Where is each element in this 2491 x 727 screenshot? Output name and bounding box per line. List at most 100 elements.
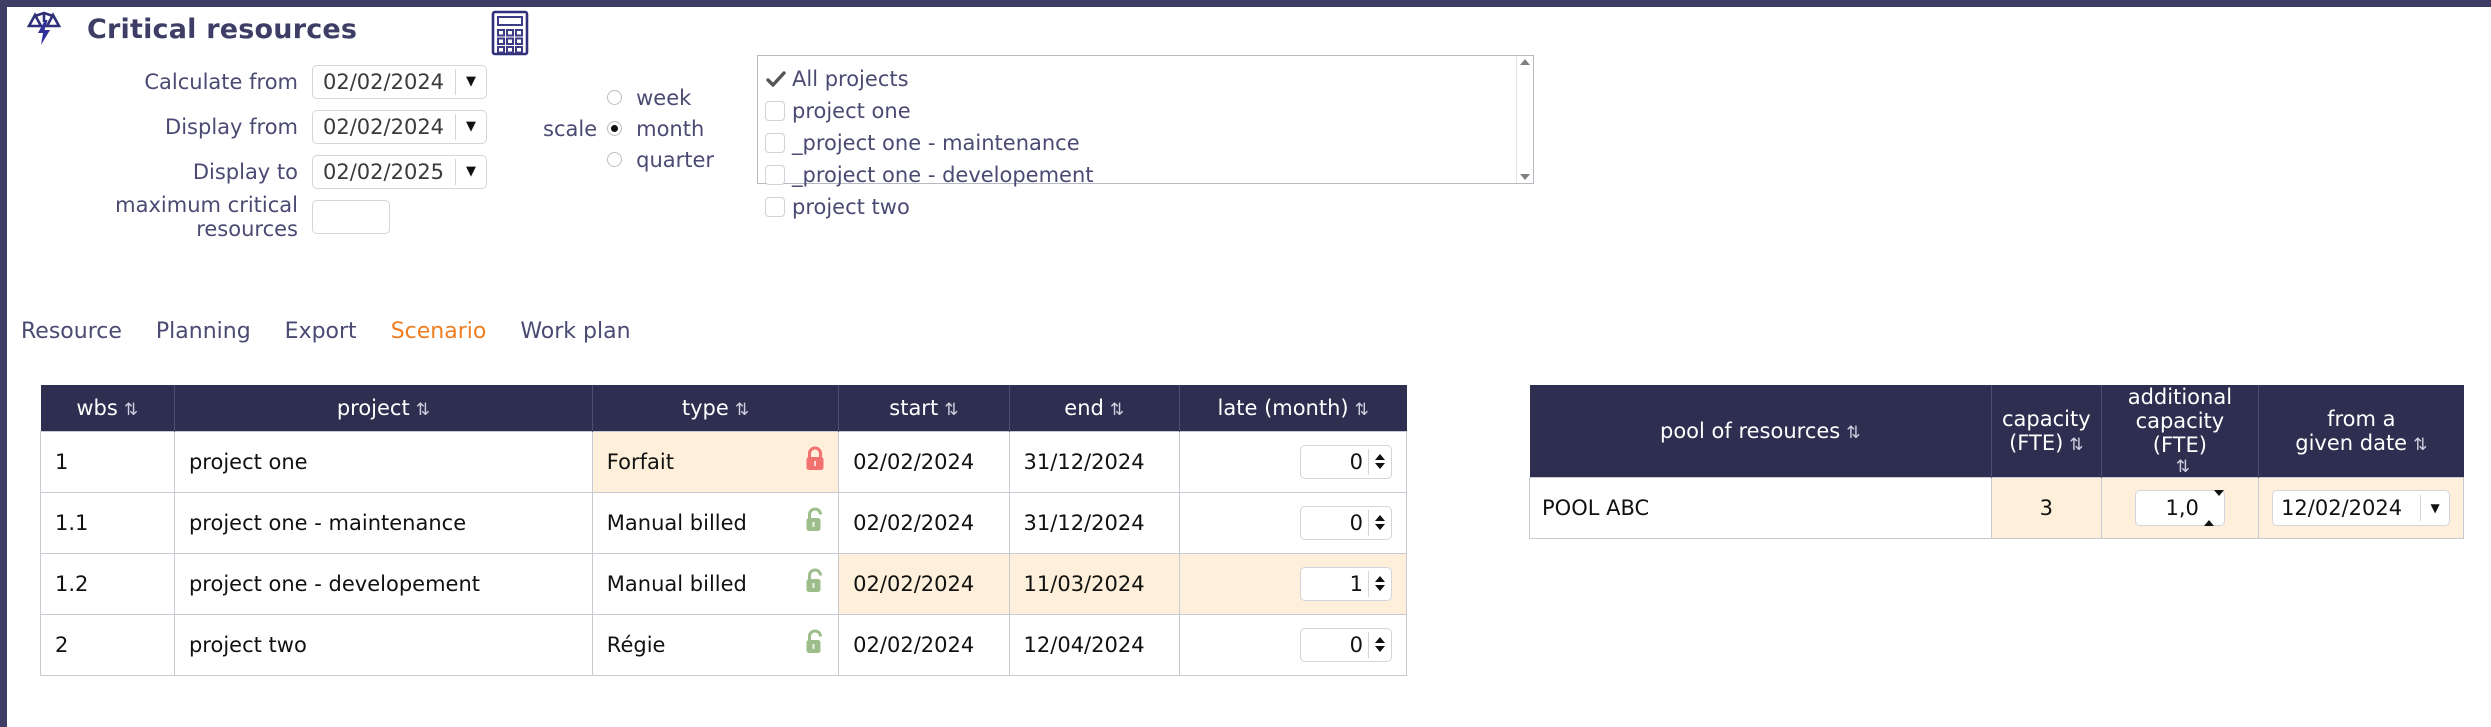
display-to-label: Display to — [192, 159, 298, 184]
column-header-capacity[interactable]: capacity (FTE) ⇅ — [1991, 385, 2102, 478]
scale-option-quarter[interactable]: quarter — [607, 144, 714, 175]
cell-type: Régie — [591, 613, 840, 676]
unlocked-icon[interactable] — [802, 506, 828, 539]
scroll-down-icon[interactable] — [1520, 174, 1530, 180]
cell-project: project one — [173, 430, 593, 493]
spinner-arrows[interactable] — [1369, 515, 1391, 530]
column-header-type[interactable]: type ⇅ — [592, 385, 840, 431]
table-row[interactable]: 2 project two Régie 02/02/2024 12/04/202… — [40, 613, 1408, 676]
checkbox-icon[interactable] — [765, 133, 785, 153]
additional-capacity-value: 1,0 — [2165, 496, 2199, 520]
sort-icon[interactable]: ⇅ — [2069, 435, 2083, 455]
checkbox-icon[interactable] — [765, 165, 785, 185]
scenario-table: wbs ⇅ project ⇅ type ⇅ start ⇅ end ⇅ late (mo… — [40, 385, 1408, 676]
sort-icon[interactable]: ⇅ — [124, 400, 138, 420]
spinner-arrows[interactable] — [1369, 454, 1391, 469]
project-item-project-two[interactable]: project two — [765, 191, 1516, 223]
scroll-up-icon[interactable] — [1520, 59, 1530, 65]
cell-late: 0 — [1178, 613, 1408, 676]
column-label: start — [889, 395, 939, 420]
column-header-additional-capacity[interactable]: additional capacity (FTE) ⇅ — [2101, 385, 2260, 478]
column-header-project[interactable]: project ⇅ — [174, 385, 593, 431]
projects-scrollbar[interactable] — [1516, 56, 1533, 183]
late-spinner[interactable]: 0 — [1300, 505, 1392, 540]
late-spinner[interactable]: 0 — [1300, 627, 1392, 662]
column-header-wbs[interactable]: wbs ⇅ — [40, 385, 175, 431]
spinner-down-icon[interactable] — [1375, 585, 1385, 591]
sort-icon[interactable]: ⇅ — [2118, 457, 2248, 477]
spinner-down-icon[interactable] — [1375, 646, 1385, 652]
column-label-line1: capacity — [2002, 407, 2091, 431]
checkbox-icon[interactable] — [765, 101, 785, 121]
project-item-project-one[interactable]: project one — [765, 95, 1516, 127]
sort-icon[interactable]: ⇅ — [2413, 435, 2427, 455]
spinner-up-icon[interactable] — [1375, 576, 1385, 582]
sort-icon[interactable]: ⇅ — [944, 400, 958, 420]
window-top-bar — [0, 0, 2491, 7]
tab-resource[interactable]: Resource — [21, 319, 122, 344]
scale-option-week[interactable]: week — [607, 82, 714, 113]
spinner-up-icon[interactable] — [1375, 515, 1385, 521]
column-header-from-a-given-date[interactable]: from a given date ⇅ — [2258, 385, 2464, 478]
tab-work-plan[interactable]: Work plan — [520, 319, 630, 344]
column-header-end[interactable]: end ⇅ — [1009, 385, 1180, 431]
column-header-pool-of-resources[interactable]: pool of resources ⇅ — [1529, 385, 1992, 478]
checkbox-checked-icon[interactable] — [765, 69, 786, 89]
projects-listbox[interactable]: All projects project one _project one - … — [757, 55, 1534, 219]
spinner-up-icon[interactable] — [1375, 454, 1385, 460]
chevron-down-icon[interactable]: ▼ — [456, 119, 486, 134]
calculate-from-input[interactable]: 02/02/2024 ▼ — [312, 64, 487, 99]
scale-option-month[interactable]: month — [607, 113, 714, 144]
table-row[interactable]: 1.1 project one - maintenance Manual bil… — [40, 491, 1408, 554]
radio-week-icon[interactable] — [607, 90, 623, 105]
tab-planning[interactable]: Planning — [156, 319, 251, 344]
sort-icon[interactable]: ⇅ — [1110, 400, 1124, 420]
from-date-input[interactable]: 12/02/2024 ▼ — [2272, 490, 2451, 526]
unlocked-icon[interactable] — [802, 628, 828, 661]
column-header-late[interactable]: late (month) ⇅ — [1179, 385, 1407, 431]
tab-bar: Resource Planning Export Scenario Work p… — [21, 319, 665, 344]
cell-wbs: 1 — [40, 430, 175, 493]
radio-quarter-icon[interactable] — [607, 152, 623, 167]
late-spinner[interactable]: 1 — [1300, 566, 1392, 601]
calculator-icon[interactable] — [487, 9, 535, 57]
sort-icon[interactable]: ⇅ — [735, 400, 749, 420]
display-to-input[interactable]: 02/02/2025 ▼ — [312, 154, 487, 189]
spinner-up-icon[interactable] — [2203, 496, 2214, 526]
chevron-down-icon[interactable]: ▼ — [2421, 501, 2449, 515]
project-item-all[interactable]: All projects — [765, 63, 1516, 95]
spinner-arrows[interactable] — [1369, 576, 1391, 591]
checkbox-icon[interactable] — [765, 197, 785, 217]
radio-month-icon[interactable] — [607, 121, 623, 136]
spinner-arrows[interactable] — [2203, 490, 2224, 526]
spinner-down-icon[interactable] — [1375, 463, 1385, 469]
max-critical-resources-input[interactable] — [312, 199, 390, 234]
table-row[interactable]: 1 project one Forfait 02/02/2024 31/12/2… — [40, 430, 1408, 493]
additional-capacity-spinner[interactable]: 1,0 — [2134, 490, 2225, 526]
spinner-arrows[interactable] — [1369, 637, 1391, 652]
locked-icon[interactable] — [802, 445, 828, 478]
tab-export[interactable]: Export — [285, 319, 357, 344]
sort-icon[interactable]: ⇅ — [1355, 400, 1369, 420]
chevron-down-icon[interactable]: ▼ — [456, 74, 486, 89]
table-row[interactable]: 1.2 project one - developement Manual bi… — [40, 552, 1408, 615]
chevron-down-icon[interactable]: ▼ — [456, 164, 486, 179]
spinner-down-icon[interactable] — [2213, 490, 2224, 520]
late-spinner[interactable]: 0 — [1300, 444, 1392, 479]
spinner-up-icon[interactable] — [1375, 637, 1385, 643]
sort-icon[interactable]: ⇅ — [416, 400, 430, 420]
cell-late: 1 — [1178, 552, 1408, 615]
type-label: Forfait — [606, 449, 674, 474]
unlocked-icon[interactable] — [802, 567, 828, 600]
column-header-start[interactable]: start ⇅ — [838, 385, 1010, 431]
cell-additional-capacity: 1,0 — [2100, 477, 2260, 539]
display-from-input[interactable]: 02/02/2024 ▼ — [312, 109, 487, 144]
project-item-project-one-developement[interactable]: _project one - developement — [765, 159, 1516, 191]
project-item-project-one-maintenance[interactable]: _project one - maintenance — [765, 127, 1516, 159]
sort-icon[interactable]: ⇅ — [1846, 423, 1860, 443]
tab-scenario[interactable]: Scenario — [391, 319, 487, 344]
pool-table-row[interactable]: POOL ABC 3 1,0 12/02/2024 ▼ — [1529, 477, 2464, 539]
late-value: 0 — [1349, 449, 1363, 474]
spinner-down-icon[interactable] — [1375, 524, 1385, 530]
scale-month-label: month — [636, 116, 705, 141]
